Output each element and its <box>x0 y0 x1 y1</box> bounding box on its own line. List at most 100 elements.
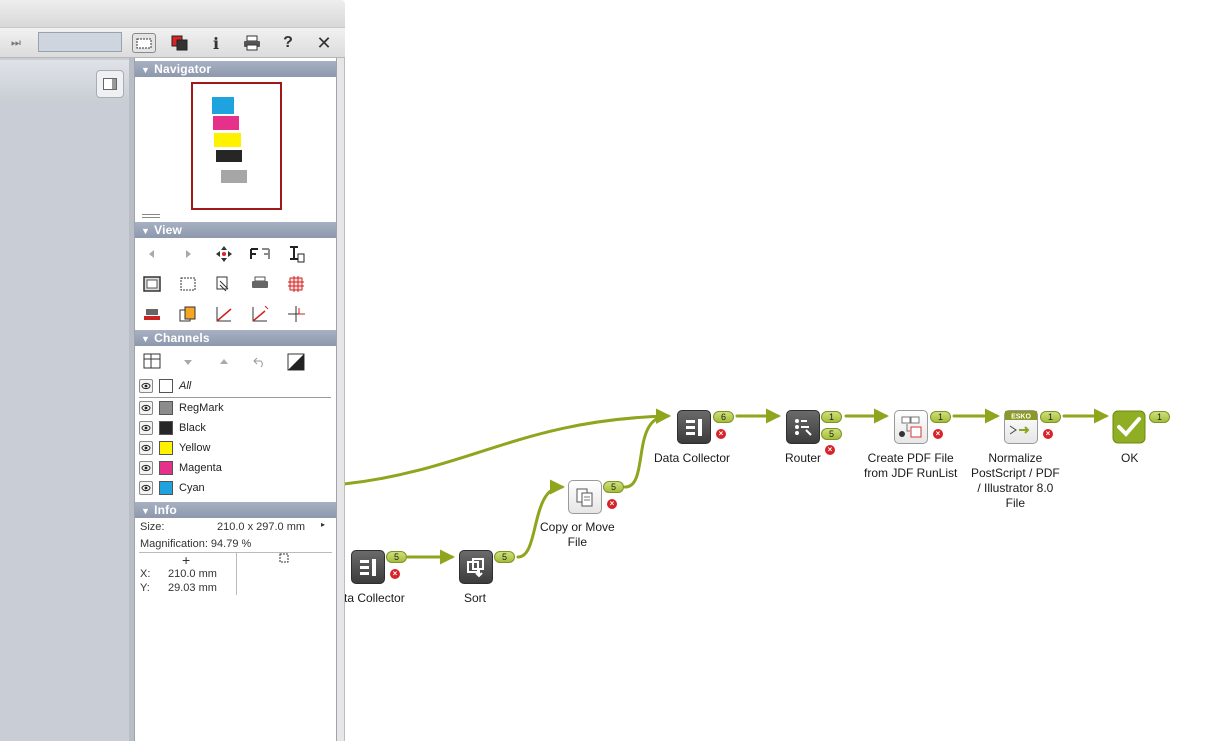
left-pane <box>0 28 130 741</box>
data-collector-node[interactable] <box>677 410 711 444</box>
channel-name: Yellow <box>179 442 211 454</box>
visibility-eye-icon[interactable] <box>139 481 153 495</box>
collapse-triangle-icon: ▼ <box>141 506 151 516</box>
error-output-icon[interactable]: × <box>716 429 726 439</box>
error-output-icon[interactable]: × <box>390 569 400 579</box>
channels-header[interactable]: ▼ Channels <box>135 330 336 346</box>
separations-icon <box>179 306 196 322</box>
stack-button[interactable] <box>141 303 163 325</box>
navigator-preview[interactable] <box>191 82 282 210</box>
visibility-eye-icon[interactable] <box>139 379 153 393</box>
close-icon[interactable]: ✕ <box>312 33 336 53</box>
navigator-title: Navigator <box>154 62 212 76</box>
select-frame-button[interactable] <box>132 33 156 53</box>
output-count-badge[interactable]: 1 <box>821 411 842 423</box>
info-header[interactable]: ▼ Info <box>135 502 336 518</box>
visibility-eye-icon[interactable] <box>139 421 153 435</box>
next-view-button[interactable] <box>177 243 199 265</box>
separations-button[interactable] <box>177 303 199 325</box>
view-header[interactable]: ▼ View <box>135 222 336 238</box>
normalize-node[interactable]: ESKO <box>1004 410 1038 444</box>
node-label-copy-move: Copy or Move File <box>540 520 615 549</box>
flip-icon <box>250 248 270 259</box>
help-icon[interactable]: ? <box>276 33 300 53</box>
color-separation-button[interactable] <box>168 33 192 53</box>
copy-move-file-node[interactable] <box>568 480 602 514</box>
flip-button[interactable] <box>249 243 271 265</box>
channel-row-regmark[interactable]: RegMark <box>139 398 333 418</box>
create-pdf-node[interactable] <box>894 410 928 444</box>
channel-row-all[interactable]: All <box>139 376 333 396</box>
info-icon[interactable]: i <box>204 33 228 53</box>
size-dropdown-icon[interactable]: ▸ <box>321 520 325 529</box>
node-label-router: Router <box>785 451 822 465</box>
data-collector-node[interactable] <box>351 550 385 584</box>
visibility-eye-icon[interactable] <box>139 461 153 475</box>
channel-row-black[interactable]: Black <box>139 418 333 438</box>
curve-edit-button[interactable] <box>249 303 271 325</box>
view-mode-button[interactable] <box>141 273 163 295</box>
toolbar-field[interactable] <box>38 32 122 52</box>
contrast-button[interactable] <box>285 351 307 373</box>
preview-black-block <box>216 150 242 162</box>
crop-box-button[interactable] <box>177 273 199 295</box>
skip-icon[interactable]: ⏭ <box>4 33 28 53</box>
output-count-badge[interactable]: 5 <box>386 551 407 563</box>
channel-name: Cyan <box>179 482 205 494</box>
y-label: Y: <box>140 582 150 594</box>
pan-tool-button[interactable] <box>213 243 235 265</box>
channel-row-magenta[interactable]: Magenta <box>139 458 333 478</box>
router-node[interactable] <box>786 410 820 444</box>
ok-node[interactable] <box>1112 410 1146 444</box>
output-count-badge[interactable]: 6 <box>713 411 734 423</box>
print-preview-button[interactable] <box>249 273 271 295</box>
trim-marks-icon <box>288 276 304 292</box>
print-button[interactable] <box>240 33 264 53</box>
visibility-eye-icon[interactable] <box>139 441 153 455</box>
grid-icon <box>143 353 161 369</box>
navigator-resize-grip[interactable] <box>142 214 160 218</box>
node-label-create-pdf: Create PDF File from JDF RunList <box>864 451 958 480</box>
trim-marks-button[interactable] <box>285 273 307 295</box>
channel-row-cyan[interactable]: Cyan <box>139 478 333 498</box>
error-output-icon[interactable]: × <box>933 429 943 439</box>
move-channel-up-button[interactable] <box>213 351 235 373</box>
output-count-badge[interactable]: 5 <box>603 481 624 493</box>
curve-icon <box>216 307 232 322</box>
sort-node[interactable] <box>459 550 493 584</box>
crop-box-icon <box>180 277 196 291</box>
error-output-icon[interactable]: × <box>607 499 617 509</box>
error-output-icon[interactable]: × <box>1043 429 1053 439</box>
output-count-badge[interactable]: 5 <box>821 428 842 440</box>
curve-button[interactable] <box>213 303 235 325</box>
output-count-badge[interactable]: 1 <box>930 411 951 423</box>
channel-swatch <box>159 379 173 393</box>
data-collector-icon <box>360 559 376 576</box>
panel-toggle-button[interactable] <box>96 70 124 98</box>
channel-row-yellow[interactable]: Yellow <box>139 438 333 458</box>
preview-cyan-block <box>212 97 234 114</box>
visibility-eye-icon[interactable] <box>139 401 153 415</box>
triangle-down-icon <box>184 360 192 365</box>
undo-button[interactable] <box>249 351 271 373</box>
overprint-button[interactable] <box>213 273 235 295</box>
channels-title: Channels <box>154 331 210 345</box>
channel-swatch <box>159 401 173 415</box>
window-icon <box>143 276 161 292</box>
navigator-header[interactable]: ▼ Navigator <box>135 61 336 77</box>
node-label-data-collector-2: Data Collector <box>654 451 731 465</box>
preview-yellow-block <box>214 133 241 147</box>
output-count-badge[interactable]: 5 <box>494 551 515 563</box>
output-count-badge[interactable]: 1 <box>1040 411 1061 423</box>
text-info-button[interactable] <box>285 243 307 265</box>
previous-view-button[interactable] <box>141 243 163 265</box>
connector-incoming[interactable] <box>342 408 671 486</box>
checkmark-icon <box>1112 410 1146 444</box>
router-icon <box>795 419 812 436</box>
output-count-badge[interactable]: 1 <box>1149 411 1170 423</box>
crosshair-button[interactable] <box>285 303 307 325</box>
move-channel-down-button[interactable] <box>177 351 199 373</box>
triangle-up-icon <box>220 359 228 364</box>
channel-layout-button[interactable] <box>141 351 163 373</box>
error-output-icon[interactable]: × <box>825 445 835 455</box>
